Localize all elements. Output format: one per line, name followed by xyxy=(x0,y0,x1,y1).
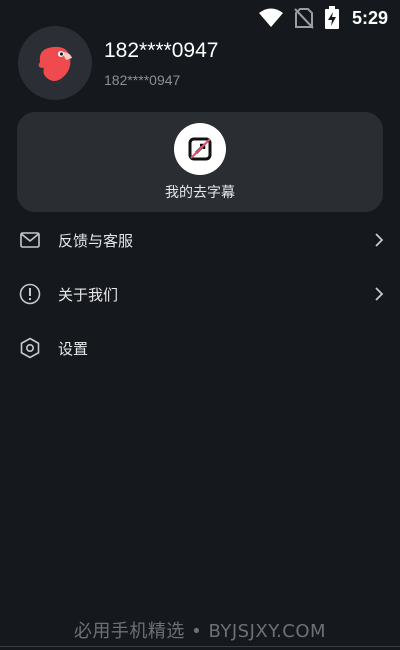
menu-list: 反馈与客服 关于我们 设置 xyxy=(0,213,400,375)
menu-item-about[interactable]: 关于我们 xyxy=(0,267,400,321)
card-label: 我的去字幕 xyxy=(165,185,235,201)
menu-item-label: 反馈与客服 xyxy=(58,231,134,250)
mail-icon xyxy=(19,229,41,251)
parrot-avatar-icon xyxy=(38,46,72,81)
menu-item-settings[interactable]: 设置 xyxy=(0,321,400,375)
bottom-divider xyxy=(0,646,400,647)
profile-header[interactable]: 182****0947 182****0947 xyxy=(18,26,382,100)
wifi-icon xyxy=(258,8,284,28)
info-circle-icon xyxy=(19,283,41,305)
profile-screen: 5:29 182****0947 182****0947 我的去字幕 反馈与客服… xyxy=(0,0,400,650)
hexagon-settings-icon xyxy=(19,337,41,359)
profile-info: 182****0947 182****0947 xyxy=(104,38,218,88)
watermark-text: 必用手机精选 • BYJSJXY.COM xyxy=(73,621,327,642)
chevron-right-icon xyxy=(374,287,384,301)
chevron-right-icon xyxy=(374,233,384,247)
user-account: 182****0947 xyxy=(104,72,181,88)
my-subtitle-removal-card[interactable]: 我的去字幕 xyxy=(17,112,383,212)
menu-item-label: 设置 xyxy=(58,339,89,358)
menu-item-feedback[interactable]: 反馈与客服 xyxy=(0,213,400,267)
remove-subtitle-icon xyxy=(174,123,226,175)
user-name: 182****0947 xyxy=(104,39,219,62)
avatar[interactable] xyxy=(18,26,92,100)
menu-item-label: 关于我们 xyxy=(58,285,119,304)
